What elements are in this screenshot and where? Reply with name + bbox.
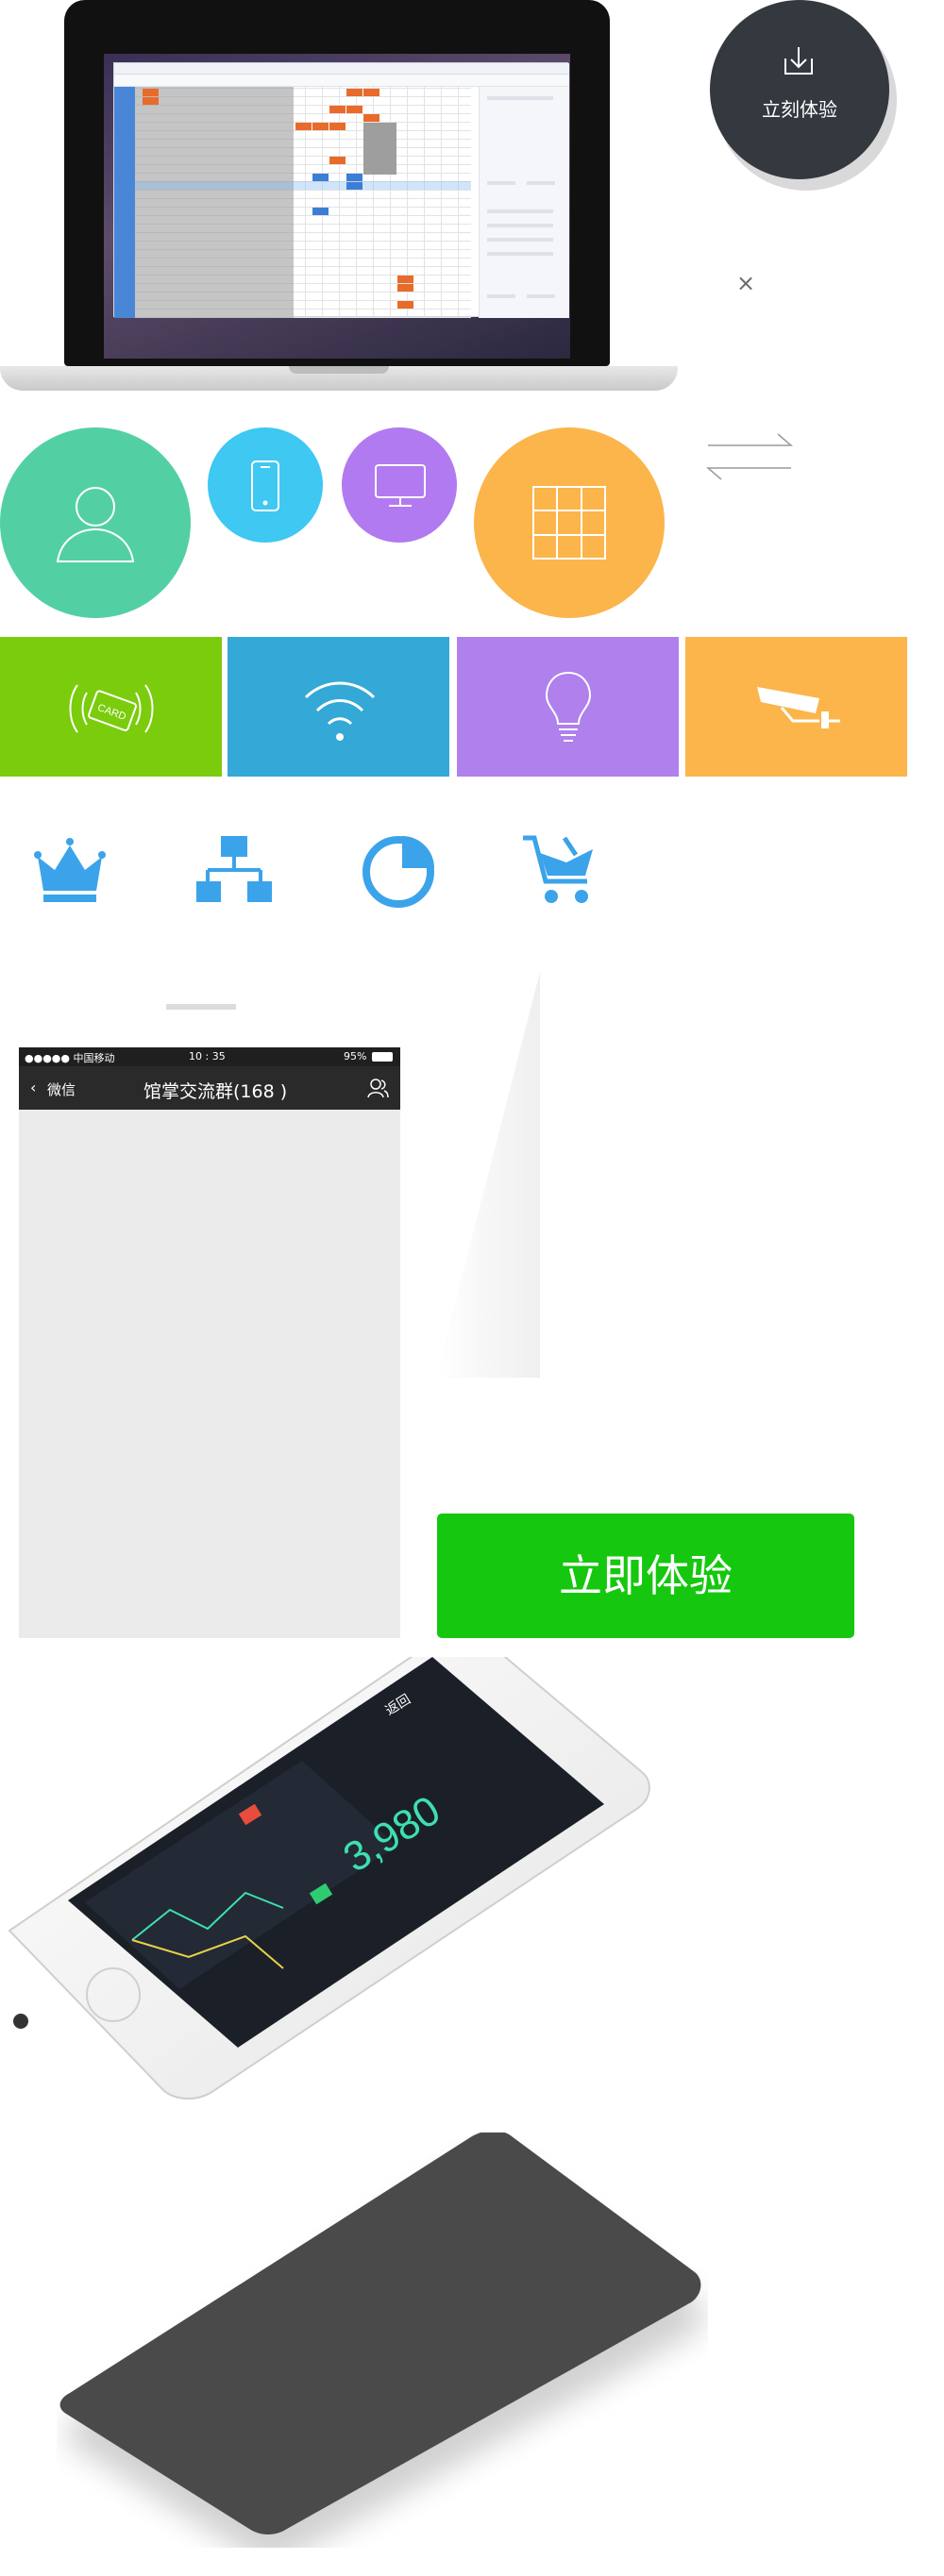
battery-icon [372, 1052, 393, 1062]
chat-screen [19, 1047, 400, 1638]
chat-title: 馆掌交流群(168 ) [143, 1081, 288, 1102]
booking-cell [312, 208, 329, 215]
try-now-button[interactable]: 立即体验 [437, 1514, 854, 1638]
iphone-mockup: 3,980 返回 [8, 1657, 650, 2099]
group-members-icon[interactable] [366, 1078, 389, 1098]
light-beam [436, 972, 540, 1378]
booking-cell [143, 89, 159, 96]
booking-cell [397, 276, 413, 283]
booking-cell [143, 97, 159, 105]
divider [166, 1004, 236, 1010]
download-label: 立刻体验 [762, 98, 837, 121]
app-sidebar [114, 87, 135, 318]
pie-chart-icon [362, 836, 434, 908]
booking-cell [346, 174, 362, 181]
status-bar: ●●●●● 中国移动 10 : 35 95% [19, 1047, 400, 1066]
download-button[interactable] [710, 0, 889, 179]
scheduler-app-window [113, 62, 569, 318]
booking-cell [346, 182, 362, 190]
chat-navbar: ‹ 微信 馆掌交流群(168 ) [19, 1066, 400, 1110]
booking-cell [346, 106, 362, 113]
monitor-icon [375, 464, 426, 507]
wifi-icon [304, 681, 376, 741]
battery-text: 95% [344, 1050, 367, 1062]
disabled-block [363, 123, 396, 175]
org-chart-icon [196, 836, 272, 902]
carrier-text: ●●●●● 中国移动 [25, 1052, 115, 1064]
booking-cell [346, 89, 362, 96]
booking-cell [329, 106, 346, 113]
app-detail-panel [479, 87, 569, 318]
grid-icon [532, 486, 606, 560]
booking-cell [363, 114, 379, 122]
page: 立刻体验 × CARD ●●●●● 中国移动 10: 35 95% ‹ 微信 … [0, 0, 944, 2576]
user-icon [56, 487, 135, 562]
bulb-icon [545, 671, 592, 742]
chevron-left-icon[interactable]: ‹ [30, 1079, 36, 1096]
booking-cell [397, 284, 413, 292]
laptop-notch [289, 366, 389, 374]
camera-icon [757, 687, 840, 728]
booking-cell [397, 301, 413, 309]
download-icon [784, 47, 813, 75]
phone-shadow-shape [59, 2133, 705, 2548]
booking-cell [329, 123, 346, 130]
booking-cell [363, 89, 379, 96]
schedule-grid-closed [135, 87, 294, 318]
crown-icon [34, 838, 106, 902]
booking-cell [295, 123, 312, 130]
app-titlebar [114, 63, 569, 75]
booking-cell [329, 157, 346, 164]
phone-icon [251, 460, 279, 511]
card-reader-icon: CARD [69, 684, 154, 733]
swap-arrows-icon[interactable] [704, 427, 795, 487]
booking-cell [312, 174, 329, 181]
close-icon[interactable]: × [733, 270, 759, 296]
back-button[interactable]: 微信 [47, 1079, 76, 1099]
booking-cell [312, 123, 329, 130]
time-text: 10 : 35 [189, 1050, 226, 1062]
cart-icon [523, 835, 593, 903]
app-toolbar [114, 75, 569, 87]
schedule-selected-row [135, 181, 471, 190]
card-text: CARD [96, 702, 127, 723]
